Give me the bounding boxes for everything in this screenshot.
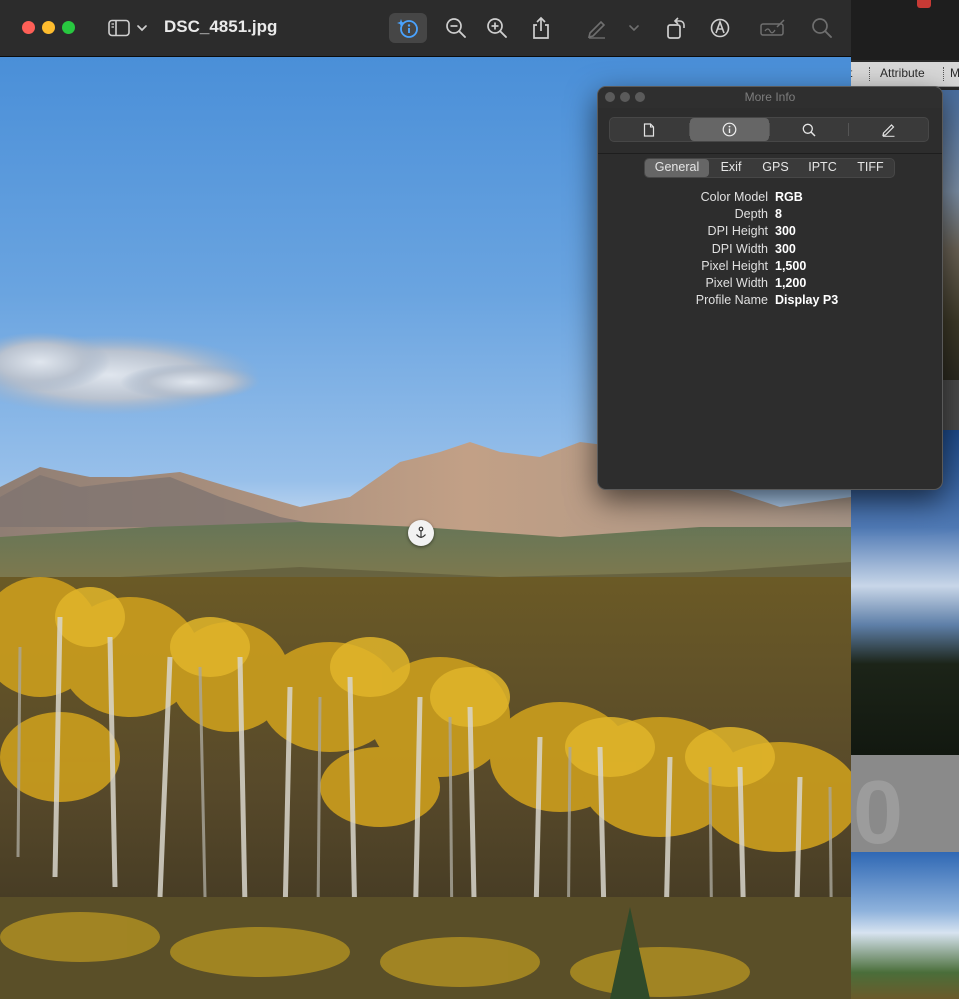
more-info-segmented-control bbox=[609, 117, 929, 142]
signature-icon[interactable] bbox=[757, 14, 789, 42]
document-icon bbox=[644, 122, 655, 137]
toolbar-separator bbox=[869, 67, 871, 81]
tab-exif[interactable]: Exif bbox=[709, 159, 753, 177]
background-tab-attribute[interactable]: Attribute bbox=[880, 66, 925, 80]
metadata-key: DPI Width bbox=[711, 241, 768, 256]
magnifier-icon bbox=[802, 123, 816, 137]
background-app-topbar bbox=[851, 0, 959, 60]
search-icon[interactable] bbox=[808, 14, 836, 42]
metadata-list: Color Model RGB Depth 8 DPI Height 300 D… bbox=[598, 190, 942, 310]
background-app-toolbar: t Attribute M bbox=[851, 62, 959, 87]
background-app-indicator bbox=[917, 0, 931, 8]
metadata-value: 1,200 bbox=[775, 275, 807, 290]
zoom-button[interactable] bbox=[62, 21, 75, 34]
segment-file-info[interactable] bbox=[610, 118, 689, 141]
metadata-row-pixel-height: Pixel Height 1,500 bbox=[598, 259, 942, 276]
metadata-row-profile-name: Profile Name Display P3 bbox=[598, 293, 942, 310]
divider bbox=[598, 153, 942, 154]
tab-iptc[interactable]: IPTC bbox=[798, 159, 847, 177]
metadata-key: Pixel Height bbox=[701, 258, 768, 273]
background-tab-partial-right[interactable]: M bbox=[950, 66, 959, 80]
more-info-titlebar: More Info bbox=[598, 87, 942, 108]
more-info-panel: More Info General Exif GPS IPTC TIFF Col… bbox=[597, 86, 943, 490]
minimize-button[interactable] bbox=[42, 21, 55, 34]
more-info-title: More Info bbox=[744, 90, 796, 104]
metadata-value: 300 bbox=[775, 224, 796, 239]
zoom-out-icon[interactable] bbox=[442, 14, 470, 42]
background-large-text: 0 bbox=[853, 763, 904, 863]
toolbar-separator bbox=[943, 67, 945, 81]
chevron-down-icon[interactable] bbox=[622, 14, 646, 42]
rotate-icon[interactable] bbox=[662, 14, 690, 42]
tab-tiff[interactable]: TIFF bbox=[847, 159, 894, 177]
metadata-value: 1,500 bbox=[775, 258, 807, 273]
metadata-key: Pixel Width bbox=[705, 275, 768, 290]
tab-gps[interactable]: GPS bbox=[753, 159, 798, 177]
metadata-key: Color Model bbox=[700, 190, 768, 204]
metadata-row-dpi-width: DPI Width 300 bbox=[598, 242, 942, 259]
zoom-in-icon[interactable] bbox=[483, 14, 511, 42]
tab-general[interactable]: General bbox=[645, 159, 709, 177]
metadata-value: RGB bbox=[775, 190, 803, 204]
window-title: DSC_4851.jpg bbox=[164, 17, 278, 36]
segment-search[interactable] bbox=[770, 118, 849, 141]
segment-image-info[interactable] bbox=[689, 118, 769, 141]
info-icon[interactable] bbox=[389, 13, 427, 43]
metadata-value: 300 bbox=[775, 241, 796, 256]
pencil-icon bbox=[882, 124, 895, 137]
window-titlebar: DSC_4851.jpg bbox=[0, 0, 851, 57]
pen-icon[interactable] bbox=[583, 14, 611, 42]
background-tab-partial[interactable]: t bbox=[851, 66, 852, 80]
metadata-key: Profile Name bbox=[695, 293, 768, 308]
segment-annotations[interactable] bbox=[849, 118, 928, 141]
metadata-value: 8 bbox=[775, 207, 782, 222]
more-info-tabs: General Exif GPS IPTC TIFF bbox=[644, 158, 895, 178]
chevron-down-icon[interactable] bbox=[130, 14, 154, 42]
metadata-key: Depth bbox=[734, 207, 768, 222]
sidebar-icon[interactable] bbox=[105, 14, 133, 42]
background-thumbnail[interactable] bbox=[851, 852, 959, 999]
metadata-row-color-model: Color Model RGB bbox=[598, 190, 942, 207]
anchor-icon[interactable] bbox=[408, 520, 434, 546]
metadata-value: Display P3 bbox=[775, 293, 839, 308]
info-circle-icon bbox=[722, 122, 737, 137]
markup-circle-icon[interactable] bbox=[706, 14, 734, 42]
metadata-row-dpi-height: DPI Height 300 bbox=[598, 224, 942, 241]
metadata-row-pixel-width: Pixel Width 1,200 bbox=[598, 276, 942, 293]
metadata-row-depth: Depth 8 bbox=[598, 207, 942, 224]
share-icon[interactable] bbox=[527, 14, 555, 42]
close-button[interactable] bbox=[22, 21, 35, 34]
metadata-key: DPI Height bbox=[707, 224, 768, 239]
